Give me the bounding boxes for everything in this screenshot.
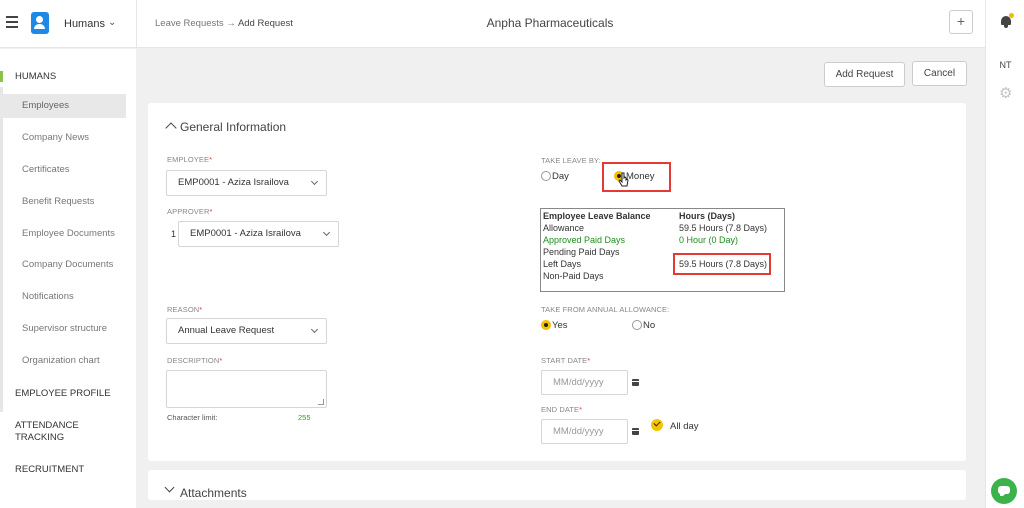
balance-row-label: Approved Paid Days — [543, 235, 626, 245]
divider — [136, 0, 137, 48]
reason-select[interactable]: Annual Leave Request — [166, 318, 327, 344]
attachments-card — [148, 470, 966, 500]
description-textarea[interactable] — [166, 370, 327, 408]
sidebar-item-organization-chart[interactable]: Organization chart — [0, 349, 126, 373]
calendar-icon[interactable] — [632, 379, 639, 386]
humans-app-icon — [31, 12, 49, 34]
character-limit-value: 255 — [298, 413, 311, 422]
approver-select[interactable]: EMP0001 - Aziza Israilova — [178, 221, 339, 247]
sidebar-item-benefit-requests[interactable]: Benefit Requests — [0, 190, 126, 214]
gear-icon[interactable]: ⚙ — [999, 86, 1012, 101]
breadcrumb: Leave Requests → Add Request — [155, 18, 293, 29]
balance-row-label: Pending Paid Days — [543, 247, 620, 257]
start-date-label: START DATE* — [541, 356, 591, 365]
sidebar-item-notifications[interactable]: Notifications — [0, 285, 126, 309]
description-label: DESCRIPTION* — [167, 356, 223, 365]
all-day-label[interactable]: All day — [670, 421, 699, 432]
chevron-down-icon[interactable]: ⌄ — [108, 17, 116, 28]
take-leave-by-label: TAKE LEAVE BY: — [541, 156, 601, 165]
end-date-label: END DATE* — [541, 405, 583, 414]
end-date-input[interactable]: MM/dd/yyyy — [541, 419, 628, 444]
breadcrumb-parent[interactable]: Leave Requests — [155, 18, 224, 29]
start-date-input[interactable]: MM/dd/yyyy — [541, 370, 628, 395]
all-day-checkbox[interactable] — [651, 419, 663, 431]
sidebar-item-certificates[interactable]: Certificates — [0, 158, 126, 182]
chat-icon[interactable] — [991, 478, 1017, 504]
section-title-attachments[interactable]: Attachments — [180, 486, 247, 500]
balance-row-label: Left Days — [543, 259, 582, 269]
balance-row-value: 59.5 Hours (7.8 Days) — [679, 223, 768, 233]
calendar-icon[interactable] — [632, 428, 639, 435]
company-name: Anpha Pharmaceuticals — [486, 16, 614, 30]
sidebar-section-employee-profile[interactable]: EMPLOYEE PROFILE — [0, 388, 136, 399]
notification-bell-icon[interactable] — [1000, 13, 1014, 28]
annual-no-label[interactable]: No — [643, 320, 655, 331]
annual-allowance-label: TAKE FROM ANNUAL ALLOWANCE: — [541, 305, 670, 314]
reason-label: REASON* — [167, 305, 203, 314]
top-bar: Humans ⌄ Leave Requests → Add Request An… — [0, 0, 985, 48]
balance-row-value: 0 Hour (0 Day) — [679, 235, 739, 245]
notification-dot — [1009, 13, 1014, 18]
cancel-button[interactable]: Cancel — [912, 61, 967, 86]
character-limit-label: Character limit: — [167, 413, 218, 422]
module-switcher-label[interactable]: Humans — [64, 18, 105, 30]
employee-label: EMPLOYEE* — [167, 155, 213, 164]
resize-handle-icon[interactable] — [318, 399, 324, 405]
sidebar-item-employee-documents[interactable]: Employee Documents — [0, 222, 126, 246]
left-days-highlight-box — [673, 253, 771, 275]
sidebar-item-company-documents[interactable]: Company Documents — [0, 253, 126, 277]
balance-header-hours: Hours (Days) — [679, 211, 736, 221]
balance-row-label: Non-Paid Days — [543, 271, 604, 281]
employee-select[interactable]: EMP0001 - Aziza Israilova — [166, 170, 327, 196]
approver-select-value: EMP0001 - Aziza Israilova — [190, 228, 301, 239]
chevron-down-icon — [310, 325, 319, 334]
right-rail: NT ⚙ — [985, 0, 1024, 508]
add-button[interactable]: + — [949, 10, 973, 34]
sidebar: HUMANS Employees Company News Certificat… — [0, 49, 136, 508]
take-leave-day-label[interactable]: Day — [552, 171, 569, 182]
money-highlight-box — [602, 162, 671, 192]
breadcrumb-arrow-icon: → — [226, 18, 236, 29]
section-title-general-information[interactable]: General Information — [180, 120, 286, 134]
sidebar-item-company-news[interactable]: Company News — [0, 126, 126, 150]
sidebar-item-employees[interactable]: Employees — [0, 94, 126, 118]
breadcrumb-current: Add Request — [237, 18, 293, 29]
sidebar-section-attendance-tracking[interactable]: ATTENDANCE TRACKING — [0, 420, 96, 444]
balance-header-label: Employee Leave Balance — [543, 211, 651, 221]
sidebar-section-humans[interactable]: HUMANS — [0, 71, 136, 82]
chevron-down-icon — [322, 228, 331, 237]
employee-select-value: EMP0001 - Aziza Israilova — [178, 177, 289, 188]
take-leave-day-radio[interactable] — [541, 171, 551, 181]
annual-no-radio[interactable] — [632, 320, 642, 330]
add-request-button[interactable]: Add Request — [824, 62, 905, 87]
reason-select-value: Annual Leave Request — [178, 325, 275, 336]
user-avatar[interactable]: NT — [986, 60, 1024, 70]
sidebar-item-supervisor-structure[interactable]: Supervisor structure — [0, 317, 126, 341]
menu-icon[interactable] — [6, 16, 18, 28]
sidebar-section-recruitment[interactable]: RECRUITMENT — [0, 464, 136, 475]
annual-yes-radio[interactable] — [541, 320, 551, 330]
leave-balance-table: Employee Leave Balance Hours (Days) Allo… — [540, 208, 785, 292]
approver-index: 1 — [171, 229, 177, 239]
balance-row-label: Allowance — [543, 223, 585, 233]
annual-yes-label[interactable]: Yes — [552, 320, 568, 331]
approver-label: APPROVER* — [167, 207, 213, 216]
chevron-down-icon — [310, 177, 319, 186]
